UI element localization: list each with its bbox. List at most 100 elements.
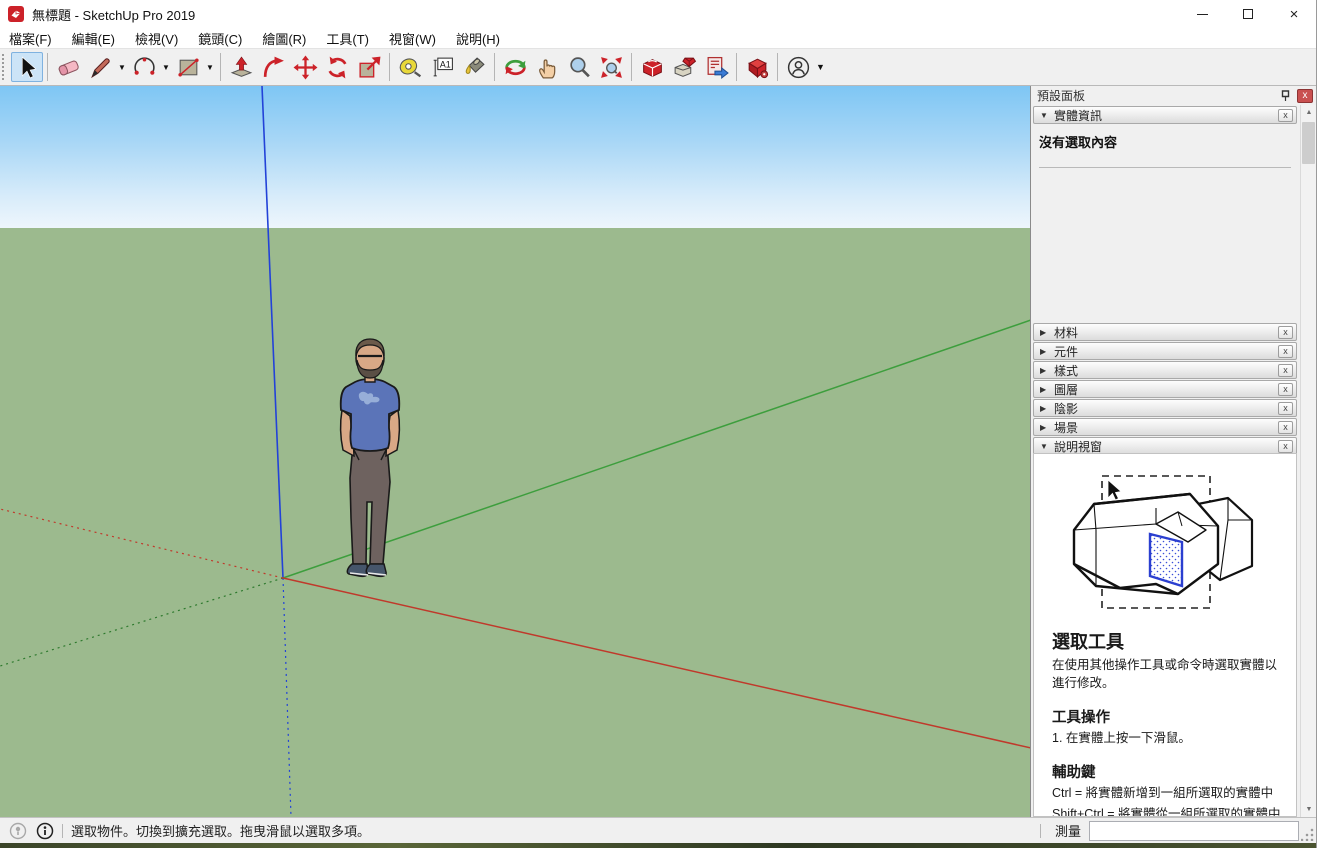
chevron-right-icon: ▶ xyxy=(1040,404,1054,413)
extension-warehouse-button[interactable] xyxy=(741,52,773,82)
styles-label: 樣式 xyxy=(1054,362,1278,379)
instructor-tool-description: 在使用其他操作工具或命令時選取實體以進行修改。 xyxy=(1052,656,1284,692)
send-to-layout-button[interactable] xyxy=(700,52,732,82)
instructor-label: 說明視窗 xyxy=(1054,438,1278,455)
scrollbar-thumb[interactable] xyxy=(1302,122,1315,164)
pan-tool-button[interactable] xyxy=(531,52,563,82)
toolbar-drag-handle[interactable] xyxy=(2,54,8,80)
materials-close-button[interactable]: x xyxy=(1278,326,1293,339)
section-entity-info[interactable]: ▼ 實體資訊 x xyxy=(1033,106,1297,124)
minimize-button[interactable] xyxy=(1179,0,1225,28)
section-layers[interactable]: ▶ 圖層 x xyxy=(1033,380,1297,398)
tray-close-button[interactable]: x xyxy=(1297,89,1313,103)
menu-view[interactable]: 檢視(V) xyxy=(125,28,188,48)
styles-close-button[interactable]: x xyxy=(1278,364,1293,377)
zoom-extents-tool-button[interactable] xyxy=(595,52,627,82)
eraser-tool-button[interactable] xyxy=(52,52,84,82)
tape-measure-tool-button[interactable] xyxy=(394,52,426,82)
scroll-up-icon[interactable]: ▲ xyxy=(1301,105,1317,120)
cursor-arrow-icon xyxy=(1108,480,1121,500)
scenes-close-button[interactable]: x xyxy=(1278,421,1293,434)
account-icon xyxy=(786,55,811,80)
shadows-close-button[interactable]: x xyxy=(1278,402,1293,415)
zoom-magnifier-icon xyxy=(567,55,592,80)
rectangle-dropdown-arrow[interactable]: ▼ xyxy=(204,63,216,72)
scale-tool-button[interactable] xyxy=(353,52,385,82)
chevron-down-icon: ▼ xyxy=(1040,111,1054,120)
window-title: 無標題 - SketchUp Pro 2019 xyxy=(32,5,195,24)
follow-me-icon xyxy=(261,55,286,80)
move-tool-button[interactable] xyxy=(289,52,321,82)
menu-draw[interactable]: 繪圖(R) xyxy=(252,28,316,48)
measurements-input[interactable] xyxy=(1089,821,1299,841)
arc-dropdown-arrow[interactable]: ▼ xyxy=(160,63,172,72)
text-tool-button[interactable]: A1 xyxy=(426,52,458,82)
section-materials[interactable]: ▶ 材料 x xyxy=(1033,323,1297,341)
close-button[interactable]: × xyxy=(1271,0,1317,28)
chevron-right-icon: ▶ xyxy=(1040,328,1054,337)
push-pull-tool-button[interactable] xyxy=(225,52,257,82)
eraser-icon xyxy=(56,55,81,80)
menu-window[interactable]: 視窗(W) xyxy=(379,28,446,48)
select-tool-button[interactable] xyxy=(11,52,43,82)
paint-bucket-tool-button[interactable] xyxy=(458,52,490,82)
toolbar-separator xyxy=(777,53,778,81)
toolbar-separator xyxy=(736,53,737,81)
menu-help[interactable]: 說明(H) xyxy=(446,28,510,48)
follow-me-tool-button[interactable] xyxy=(257,52,289,82)
account-button[interactable] xyxy=(782,52,814,82)
send-to-layout-icon xyxy=(704,55,729,80)
orbit-icon xyxy=(503,55,528,80)
account-dropdown-arrow[interactable]: ▼ xyxy=(816,62,825,72)
toolbar-separator xyxy=(494,53,495,81)
menu-camera[interactable]: 鏡頭(C) xyxy=(188,28,252,48)
rectangle-tool-button[interactable] xyxy=(172,52,204,82)
minimize-icon xyxy=(1197,14,1208,15)
svg-text:A1: A1 xyxy=(439,59,450,69)
chevron-right-icon: ▶ xyxy=(1040,347,1054,356)
section-shadows[interactable]: ▶ 陰影 x xyxy=(1033,399,1297,417)
zoom-tool-button[interactable] xyxy=(563,52,595,82)
scroll-down-icon[interactable]: ▼ xyxy=(1301,802,1317,817)
components-close-button[interactable]: x xyxy=(1278,345,1293,358)
section-scenes[interactable]: ▶ 場景 x xyxy=(1033,418,1297,436)
entity-info-close-button[interactable]: x xyxy=(1278,109,1293,122)
arc-tool-button[interactable] xyxy=(128,52,160,82)
text-icon: A1 xyxy=(430,55,455,80)
toolbar-separator xyxy=(47,53,48,81)
sketchup-logo-icon xyxy=(8,6,24,22)
panel-scrollbar[interactable]: ▲ ▼ xyxy=(1300,105,1316,817)
statusbar-separator xyxy=(1040,824,1041,838)
instructor-content: 選取工具 在使用其他操作工具或命令時選取實體以進行修改。 工具操作 1. 在實體… xyxy=(1033,453,1297,817)
resize-grip[interactable] xyxy=(1301,827,1315,841)
share-model-icon xyxy=(672,55,697,80)
entity-info-empty-message: 沒有選取內容 xyxy=(1039,132,1291,151)
section-styles[interactable]: ▶ 樣式 x xyxy=(1033,361,1297,379)
line-dropdown-arrow[interactable]: ▼ xyxy=(116,63,128,72)
menu-edit[interactable]: 編輯(E) xyxy=(62,28,125,48)
zoom-extents-icon xyxy=(599,55,624,80)
measurements-label: 測量 xyxy=(1055,821,1081,840)
menu-tools[interactable]: 工具(T) xyxy=(316,28,379,48)
model-viewport[interactable] xyxy=(0,86,1031,817)
pin-icon[interactable] xyxy=(1277,89,1293,103)
3d-warehouse-button[interactable] xyxy=(636,52,668,82)
instructor-close-button[interactable]: x xyxy=(1278,440,1293,453)
credits-info-icon[interactable] xyxy=(36,822,54,840)
tape-measure-icon xyxy=(398,55,423,80)
instructor-operation-step: 1. 在實體上按一下滑鼠。 xyxy=(1052,729,1284,747)
scale-figure-person[interactable] xyxy=(326,332,414,580)
geolocation-status-icon[interactable] xyxy=(9,822,27,840)
tray-header: 預設面板 x xyxy=(1031,86,1317,105)
layers-close-button[interactable]: x xyxy=(1278,383,1293,396)
menu-file[interactable]: 檔案(F) xyxy=(0,28,62,48)
status-bar: 選取物件。切換到擴充選取。拖曳滑鼠以選取多項。 測量 xyxy=(0,817,1317,843)
share-model-button[interactable] xyxy=(668,52,700,82)
axis-blue-solid xyxy=(262,86,283,578)
section-components[interactable]: ▶ 元件 x xyxy=(1033,342,1297,360)
orbit-tool-button[interactable] xyxy=(499,52,531,82)
rotate-tool-button[interactable] xyxy=(321,52,353,82)
axis-red-dotted xyxy=(0,509,283,578)
line-tool-button[interactable] xyxy=(84,52,116,82)
maximize-button[interactable] xyxy=(1225,0,1271,28)
